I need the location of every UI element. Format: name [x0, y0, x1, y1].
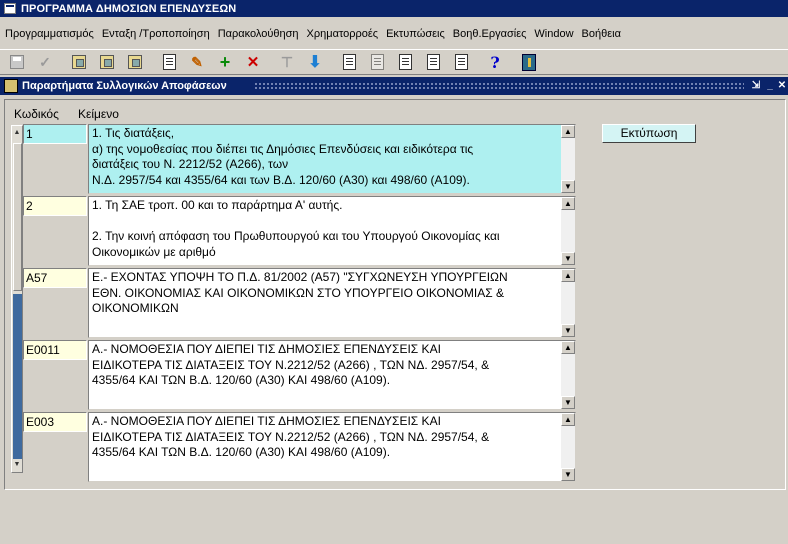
- question-icon: ?: [490, 52, 500, 72]
- menu-window[interactable]: Window: [530, 28, 577, 40]
- text-scrollbar[interactable]: ▲ ▼: [561, 125, 575, 193]
- column-header-text: Κείμενο: [78, 107, 119, 121]
- paste-icon: [454, 54, 468, 70]
- save-icon: [10, 55, 24, 69]
- code-field[interactable]: Ε0011: [23, 340, 87, 360]
- copy-icon: [426, 54, 440, 70]
- edit-doc-icon: [398, 54, 412, 70]
- checkmark-icon: ✓: [39, 54, 51, 70]
- previous-block-button[interactable]: [158, 51, 180, 73]
- menu-ektyposeis[interactable]: Εκτυπώσεις: [382, 28, 449, 40]
- status-area: [0, 494, 788, 544]
- menu-bar: Προγραμματισμός Ενταξη /Τροποποίηση Παρα…: [0, 24, 788, 44]
- form-window-title: Παραρτήματα Συλλογικών Αποφάσεων: [22, 80, 227, 92]
- block-icon: [162, 54, 176, 70]
- code-field[interactable]: 1: [23, 124, 87, 144]
- menu-parakolouthisi[interactable]: Παρακολούθηση: [214, 28, 303, 40]
- accept-button[interactable]: ✓: [34, 51, 56, 73]
- text-scrollbar[interactable]: ▲ ▼: [561, 341, 575, 409]
- titlebar-dots: [254, 82, 744, 90]
- execute-query-button[interactable]: [96, 51, 118, 73]
- scroll-track[interactable]: [13, 294, 22, 459]
- minimize-icon[interactable]: _: [764, 79, 776, 92]
- text-field[interactable]: Α.- ΝΟΜΟΘΕΣΙΑ ΠΟΥ ΔΙΕΠΕΙ ΤΙΣ ΔΗΜΟΣΙΕΣ ΕΠ…: [88, 412, 576, 482]
- paste-button[interactable]: [450, 51, 472, 73]
- code-field[interactable]: Α57: [23, 268, 87, 288]
- save-button[interactable]: [6, 51, 28, 73]
- cancel-query-button[interactable]: [124, 51, 146, 73]
- cancel-query-icon: [128, 55, 142, 69]
- exit-icon: [522, 53, 536, 71]
- text-scroll-down-icon[interactable]: ▼: [561, 324, 575, 337]
- text-scroll-up-icon[interactable]: ▲: [561, 341, 575, 354]
- form-window-icon: [4, 79, 18, 93]
- exit-button[interactable]: [518, 51, 540, 73]
- column-header-code: Κωδικός: [14, 107, 59, 121]
- pin-button[interactable]: ⊤: [276, 51, 298, 73]
- text-field[interactable]: Α.- ΝΟΜΟΘΕΣΙΑ ΠΟΥ ΔΙΕΠΕΙ ΤΙΣ ΔΗΜΟΣΙΕΣ ΕΠ…: [88, 340, 576, 410]
- records-scrollbar[interactable]: ▲ ▼: [11, 125, 23, 473]
- edit-record-button[interactable]: ✎: [186, 51, 208, 73]
- delete-icon: ✕: [246, 54, 260, 71]
- code-field[interactable]: 2: [23, 196, 87, 216]
- scroll-down-icon[interactable]: ▼: [12, 460, 22, 470]
- text-scrollbar[interactable]: ▲ ▼: [561, 197, 575, 265]
- code-field[interactable]: Ε003: [23, 412, 87, 432]
- text-scrollbar[interactable]: ▲ ▼: [561, 413, 575, 481]
- toolbar: ✓ ✎ + ✕ ⊤ ⬇ ?: [0, 49, 788, 75]
- copy-button[interactable]: [422, 51, 444, 73]
- printer-icon: [342, 54, 356, 70]
- app-title: ΠΡΟΓΡΑΜΜΑ ΔΗΜΟΣΙΩΝ ΕΠΕΝΔΥΣΕΩΝ: [21, 2, 237, 15]
- text-scroll-up-icon[interactable]: ▲: [561, 125, 575, 138]
- text-scroll-up-icon[interactable]: ▲: [561, 197, 575, 210]
- menu-programmatismos[interactable]: Προγραμματισμός: [0, 28, 98, 40]
- text-scroll-down-icon[interactable]: ▼: [561, 180, 575, 193]
- text-field[interactable]: 1. Τη ΣΑΕ τροπ. 00 και το παράρτημα Α' α…: [88, 196, 576, 266]
- help-button[interactable]: ?: [484, 51, 506, 73]
- menu-help[interactable]: Βοήθεια: [578, 28, 625, 40]
- restore-icon[interactable]: ⇲: [750, 79, 762, 92]
- pencil-icon: ✎: [191, 54, 203, 70]
- pin-icon: ⊤: [280, 54, 294, 70]
- menu-entaxi[interactable]: Ενταξη /Τροποποίηση: [98, 28, 214, 40]
- form-icon: [370, 54, 384, 70]
- print-button[interactable]: Εκτύπωση: [602, 124, 696, 143]
- enter-query-button[interactable]: [68, 51, 90, 73]
- arrow-down-icon: ⬇: [308, 54, 322, 71]
- app-titlebar: ΠΡΟΓΡΑΜΜΑ ΔΗΜΟΣΙΩΝ ΕΠΕΝΔΥΣΕΩΝ: [0, 0, 788, 17]
- text-scroll-down-icon[interactable]: ▼: [561, 468, 575, 481]
- menu-xrimatorroes[interactable]: Χρηματορροές: [303, 28, 383, 40]
- text-scroll-down-icon[interactable]: ▼: [561, 396, 575, 409]
- insert-record-button[interactable]: +: [214, 51, 236, 73]
- form-button[interactable]: [366, 51, 388, 73]
- scroll-up-icon[interactable]: ▲: [12, 128, 22, 138]
- text-scroll-down-icon[interactable]: ▼: [561, 252, 575, 265]
- print-toolbar-button[interactable]: [338, 51, 360, 73]
- edit-doc-button[interactable]: [394, 51, 416, 73]
- close-icon[interactable]: ✕: [776, 79, 788, 92]
- delete-record-button[interactable]: ✕: [242, 51, 264, 73]
- scroll-thumb[interactable]: [13, 143, 22, 291]
- app-icon: [4, 3, 16, 14]
- text-field[interactable]: 1. Τις διατάξεις, α) της νομοθεσίας που …: [88, 124, 576, 194]
- menu-voith-ergasies[interactable]: Βοηθ.Εργασίες: [449, 28, 531, 40]
- text-scroll-up-icon[interactable]: ▲: [561, 413, 575, 426]
- next-record-button[interactable]: ⬇: [304, 51, 326, 73]
- text-scroll-up-icon[interactable]: ▲: [561, 269, 575, 282]
- form-window-titlebar: Παραρτήματα Συλλογικών Αποφάσεων ⇲ _ ✕: [0, 77, 788, 95]
- plus-icon: +: [219, 51, 231, 72]
- text-scrollbar[interactable]: ▲ ▼: [561, 269, 575, 337]
- query-icon: [72, 55, 86, 69]
- text-field[interactable]: Ε.- ΕΧΟΝΤΑΣ ΥΠΟΨΗ ΤΟ Π.Δ. 81/2002 (Α57) …: [88, 268, 576, 338]
- execute-query-icon: [100, 55, 114, 69]
